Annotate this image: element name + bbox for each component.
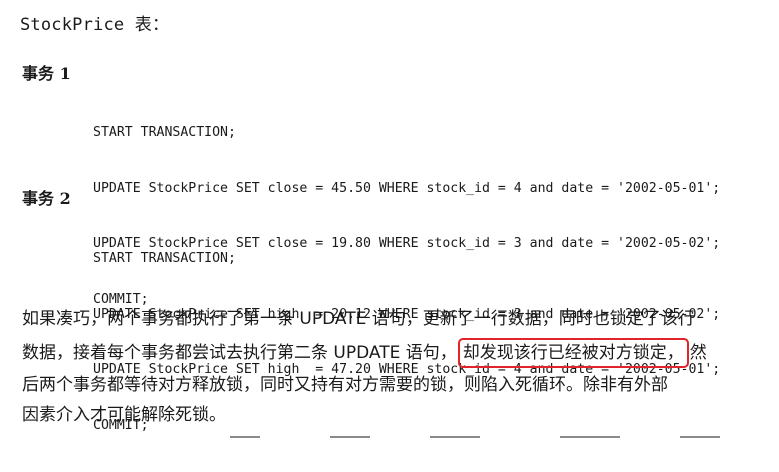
document-page: StockPrice 表： 事务 1 START TRANSACTION; UP… (0, 0, 779, 445)
code-line: UPDATE StockPrice SET close = 45.50 WHER… (93, 180, 721, 196)
explanation-paragraph: 如果凑巧，两个事务都执行了第一条 UPDATE 语句，更新了一行数据，同时也锁定… (22, 305, 762, 425)
page-title: StockPrice 表： (20, 15, 170, 35)
transaction-2-label: 事务 2 (22, 189, 71, 208)
paragraph-line-3: 后两个事务都等待对方释放锁，同时又持有对方需要的锁，则陷入死循环。除非有外部 (22, 375, 668, 395)
code-line: START TRANSACTION; (93, 251, 236, 266)
paragraph-line-4: 因素介入才可能解除死锁。 (22, 405, 226, 425)
paragraph-line-1: 如果凑巧，两个事务都执行了第一条 UPDATE 语句，更新了一行数据，同时也锁定… (22, 309, 695, 329)
paragraph-line-2: 数据，接着每个事务都尝试去执行第二条 UPDATE 语句， 却发现该行已经被对方锁… (22, 338, 707, 368)
cutoff-next-line (0, 436, 779, 445)
transaction-1-label: 事务 1 (22, 64, 71, 83)
paragraph-line-2-start: 数据，接着每个事务都尝试去执行第二条 UPDATE 语句， (22, 343, 457, 363)
paragraph-line-2-end: 然 (689, 343, 707, 363)
highlighted-phrase: 却发现该行已经被对方锁定， (457, 338, 689, 368)
code-line: START TRANSACTION; (93, 125, 236, 140)
